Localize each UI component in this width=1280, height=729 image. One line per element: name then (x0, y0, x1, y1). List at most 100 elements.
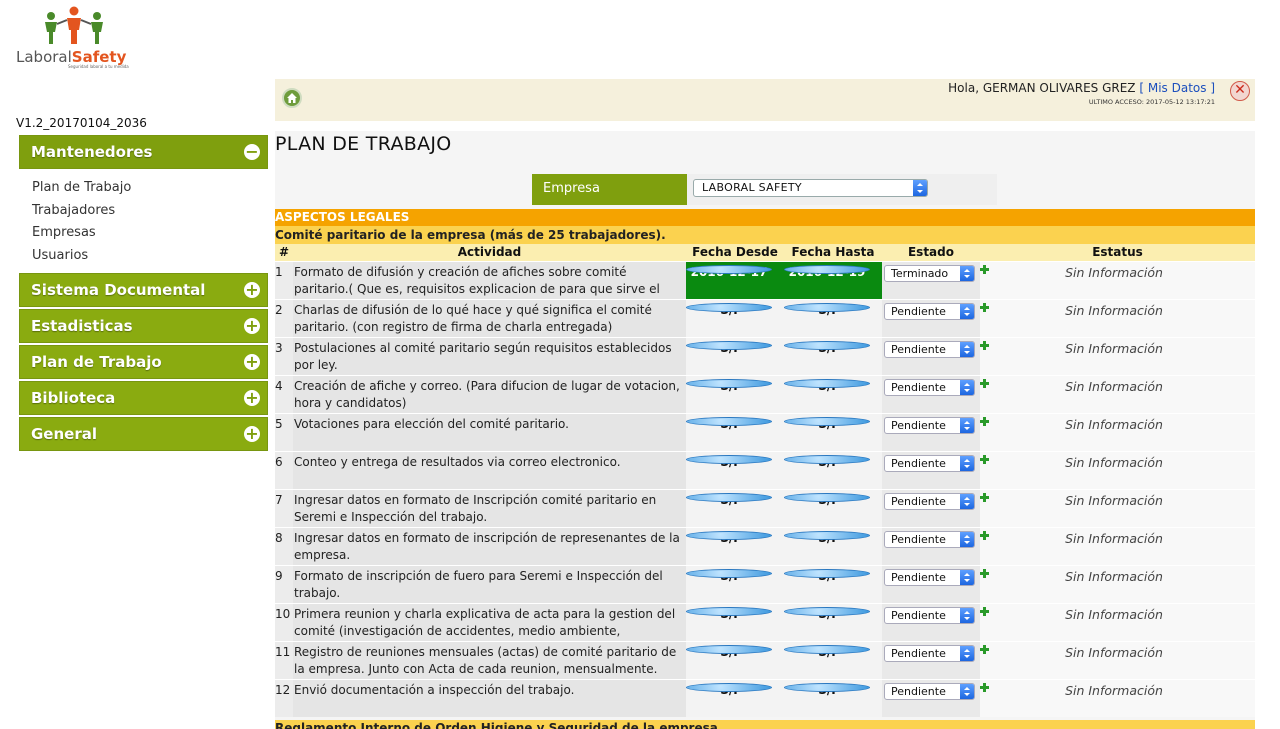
add-plus-icon[interactable] (980, 341, 1248, 350)
select-arrows-icon (960, 532, 974, 547)
empresa-select[interactable]: LABORAL SAFETY (693, 179, 928, 197)
estado-select[interactable]: Pendiente (884, 379, 975, 396)
calendar-icon[interactable] (686, 265, 772, 274)
expand-icon[interactable]: + (244, 282, 260, 299)
calendar-icon[interactable] (784, 569, 870, 578)
add-plus-icon[interactable] (980, 607, 1248, 616)
calendar-icon[interactable] (686, 455, 772, 464)
calendar-icon[interactable] (686, 379, 772, 388)
estado-select[interactable]: Pendiente (884, 683, 975, 700)
sidebar-item-empresas[interactable]: Empresas (32, 222, 268, 245)
estatus-cell: Sin Información (980, 452, 1255, 489)
add-plus-icon[interactable] (980, 303, 1248, 312)
expand-icon[interactable]: + (244, 354, 260, 371)
estatus-cell: Sin Información (980, 604, 1255, 641)
add-plus-icon[interactable] (980, 569, 1248, 578)
menu-sistema-documental[interactable]: Sistema Documental + (19, 273, 268, 308)
row-activity: Ingresar datos en formato de Inscripción… (293, 490, 686, 527)
calendar-icon[interactable] (784, 265, 870, 274)
calendar-icon[interactable] (686, 683, 772, 692)
calendar-icon[interactable] (784, 303, 870, 312)
calendar-icon[interactable] (784, 455, 870, 464)
calendar-icon[interactable] (784, 379, 870, 388)
fecha-desde-cell: S/I (686, 490, 784, 527)
calendar-icon[interactable] (686, 531, 772, 540)
row-number: 11 (275, 642, 293, 679)
add-plus-icon[interactable] (980, 265, 1248, 274)
estado-select[interactable]: Pendiente (884, 455, 975, 472)
expand-icon[interactable]: + (244, 390, 260, 407)
calendar-icon[interactable] (784, 683, 870, 692)
fecha-desde-cell: S/I (686, 680, 784, 717)
add-plus-icon[interactable] (980, 683, 1248, 692)
menu-plan-de-trabajo[interactable]: Plan de Trabajo + (19, 345, 268, 380)
add-plus-icon[interactable] (980, 493, 1248, 502)
estado-select[interactable]: Pendiente (884, 493, 975, 510)
calendar-icon[interactable] (686, 417, 772, 426)
home-icon (287, 93, 297, 103)
estado-select[interactable]: Pendiente (884, 607, 975, 624)
mis-datos-link[interactable]: [ Mis Datos ] (1139, 81, 1215, 95)
top-header: Hola, GERMAN OLIVARES GREZ [ Mis Datos ]… (275, 79, 1255, 121)
estado-cell: Pendiente (882, 414, 980, 451)
calendar-icon[interactable] (686, 569, 772, 578)
select-arrows-icon (960, 266, 974, 281)
sidebar-item-usuarios[interactable]: Usuarios (32, 245, 268, 268)
calendar-icon[interactable] (686, 645, 772, 654)
estado-select[interactable]: Pendiente (884, 645, 975, 662)
estado-select[interactable]: Pendiente (884, 341, 975, 358)
fecha-desde-cell: S/I (686, 452, 784, 489)
calendar-icon[interactable] (784, 493, 870, 502)
expand-icon[interactable]: + (244, 426, 260, 443)
calendar-icon[interactable] (784, 531, 870, 540)
select-arrows-icon (960, 304, 974, 319)
add-plus-icon[interactable] (980, 379, 1248, 388)
calendar-icon[interactable] (784, 341, 870, 350)
menu-estadisticas[interactable]: Estadisticas + (19, 309, 268, 344)
estado-select[interactable]: Pendiente (884, 531, 975, 548)
sidebar-menu: Mantenedores − Plan de Trabajo Trabajado… (19, 135, 268, 453)
menu-general[interactable]: General + (19, 417, 268, 452)
sidebar-item-plan-de-trabajo[interactable]: Plan de Trabajo (32, 177, 268, 200)
logout-close-icon[interactable]: ✕ (1230, 81, 1250, 101)
fecha-desde-cell: S/I (686, 300, 784, 337)
calendar-icon[interactable] (686, 607, 772, 616)
estatus-cell: Sin Información (980, 300, 1255, 337)
add-plus-icon[interactable] (980, 455, 1248, 464)
calendar-icon[interactable] (784, 607, 870, 616)
row-activity: Ingresar datos en formato de inscripción… (293, 528, 686, 565)
estado-select[interactable]: Terminado (884, 265, 975, 282)
menu-mantenedores[interactable]: Mantenedores − (19, 135, 268, 169)
add-plus-icon[interactable] (980, 531, 1248, 540)
estado-value: Pendiente (891, 495, 946, 508)
select-arrows-icon (960, 608, 974, 623)
fecha-desde-cell: S/I (686, 338, 784, 375)
calendar-icon[interactable] (686, 493, 772, 502)
calendar-icon[interactable] (686, 303, 772, 312)
row-number: 5 (275, 414, 293, 451)
select-arrows-icon (913, 180, 927, 196)
laboral-safety-logo[interactable]: LaboralSafety Seguridad laboral a tu med… (16, 6, 141, 70)
row-number: 1 (275, 262, 293, 299)
estado-cell: Pendiente (882, 528, 980, 565)
row-activity: Postulaciones al comité paritario según … (293, 338, 686, 375)
add-plus-icon[interactable] (980, 417, 1248, 426)
estado-value: Pendiente (891, 457, 946, 470)
estado-select[interactable]: Pendiente (884, 303, 975, 320)
calendar-icon[interactable] (686, 341, 772, 350)
activity-table: 1 Formato de difusión y creación de afic… (275, 261, 1255, 717)
table-row: 8 Ingresar datos en formato de inscripci… (275, 527, 1255, 565)
add-plus-icon[interactable] (980, 645, 1248, 654)
calendar-icon[interactable] (784, 417, 870, 426)
collapse-icon[interactable]: − (244, 144, 260, 160)
menu-label: Biblioteca (31, 389, 116, 408)
sidebar-item-trabajadores[interactable]: Trabajadores (32, 200, 268, 223)
menu-biblioteca[interactable]: Biblioteca + (19, 381, 268, 416)
expand-icon[interactable]: + (244, 318, 260, 335)
home-button[interactable] (282, 88, 302, 108)
calendar-icon[interactable] (784, 645, 870, 654)
estatus-cell: Sin Información (980, 490, 1255, 527)
estado-select[interactable]: Pendiente (884, 417, 975, 434)
fecha-hasta-cell: S/I (784, 604, 882, 641)
estado-select[interactable]: Pendiente (884, 569, 975, 586)
